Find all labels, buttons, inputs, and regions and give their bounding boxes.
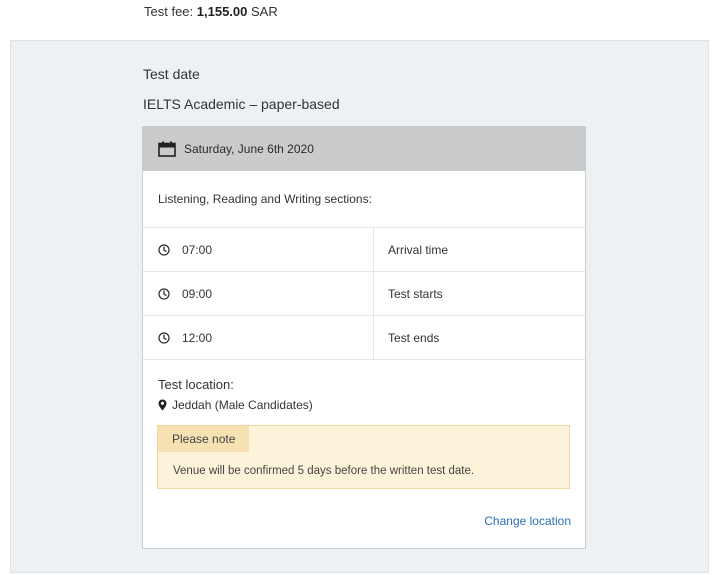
- schedule-label: Test starts: [388, 286, 443, 301]
- section-title: Test date: [143, 66, 200, 82]
- map-pin-icon: [158, 399, 167, 411]
- schedule-time-cell: 12:00: [143, 316, 374, 359]
- schedule-time: 12:00: [182, 330, 213, 345]
- sections-label: Listening, Reading and Writing sections:: [143, 171, 585, 228]
- note-title: Please note: [158, 426, 250, 452]
- schedule-time-cell: 07:00: [143, 228, 374, 271]
- schedule-row: 07:00 Arrival time: [143, 228, 585, 272]
- test-date-card: Saturday, June 6th 2020 Listening, Readi…: [142, 126, 586, 549]
- schedule-time: 07:00: [182, 242, 213, 257]
- schedule-row: 12:00 Test ends: [143, 316, 585, 360]
- schedule-label: Arrival time: [388, 242, 449, 257]
- schedule-row: 09:00 Test starts: [143, 272, 585, 316]
- clock-icon: [158, 287, 170, 300]
- test-fee-amount: 1,155.00: [196, 4, 248, 19]
- clock-icon: [158, 331, 170, 344]
- change-location-link[interactable]: Change location: [484, 514, 571, 528]
- schedule-time: 09:00: [182, 286, 213, 301]
- test-fee: Test fee: 1,155.00 SAR: [144, 4, 278, 19]
- note-text: Venue will be confirmed 5 days before th…: [173, 465, 475, 477]
- test-fee-currency: SAR: [251, 4, 278, 19]
- test-type: IELTS Academic – paper-based: [143, 96, 340, 112]
- test-fee-label: Test fee:: [144, 4, 194, 19]
- note-box: Please note Venue will be confirmed 5 da…: [157, 425, 570, 489]
- schedule-time-cell: 09:00: [143, 272, 374, 315]
- schedule-label: Test ends: [388, 330, 440, 345]
- clock-icon: [158, 243, 170, 256]
- location-value: Jeddah (Male Candidates): [158, 398, 585, 412]
- calendar-icon: [158, 141, 176, 157]
- date-header: Saturday, June 6th 2020: [143, 127, 585, 171]
- test-date: Saturday, June 6th 2020: [184, 142, 314, 156]
- location-name: Jeddah (Male Candidates): [172, 398, 313, 412]
- location-title: Test location:: [158, 377, 234, 392]
